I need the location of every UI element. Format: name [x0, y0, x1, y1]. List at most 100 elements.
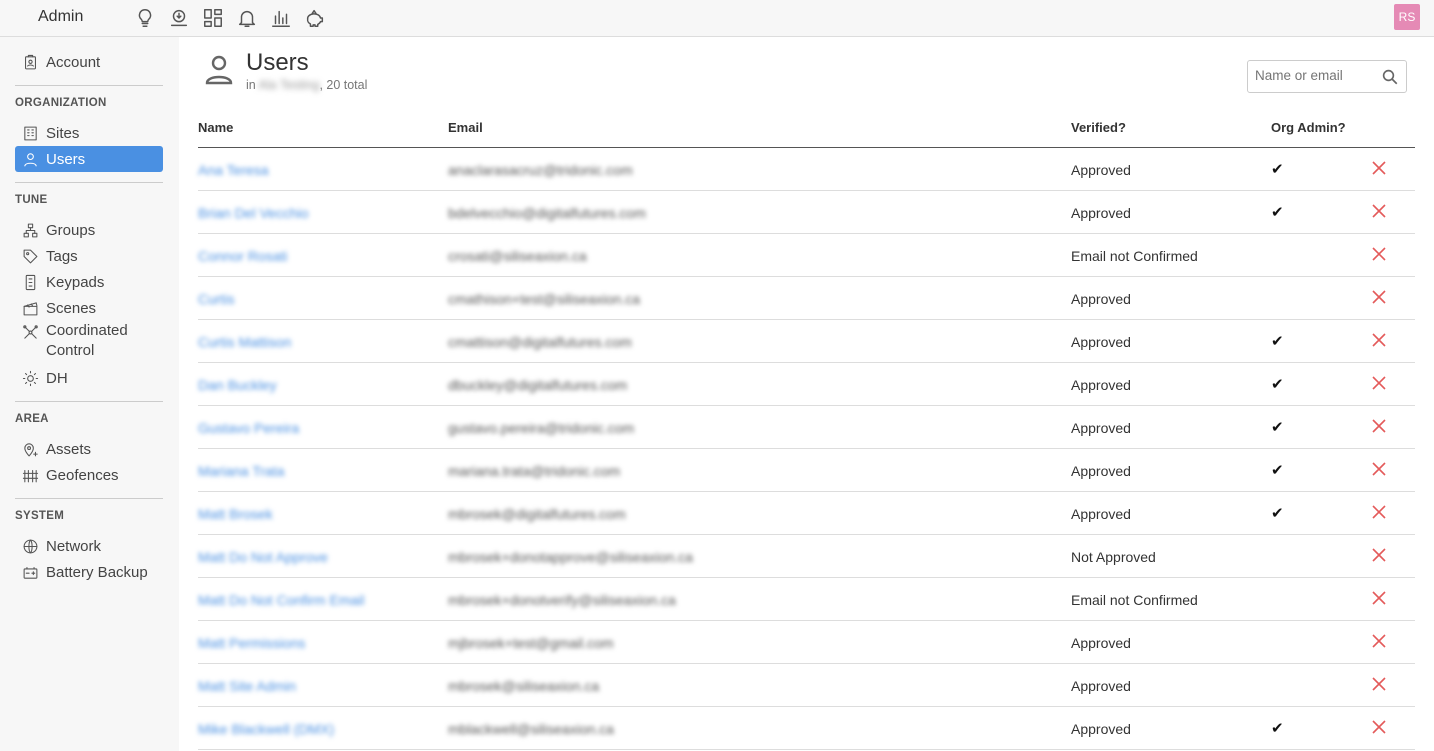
delete-user-button[interactable] [1371, 461, 1391, 481]
verified-status: Approved [1071, 205, 1131, 221]
user-email: crosati@siliseaxion.ca [448, 248, 587, 264]
delete-user-button[interactable] [1371, 633, 1391, 653]
sidebar-item-label: Battery Backup [46, 563, 148, 581]
main-content: Users in Ala Testing, 20 total Name Emai… [179, 37, 1434, 751]
user-name-link[interactable]: Gustavo Pereira [198, 420, 299, 436]
column-header-verified[interactable]: Verified? [1071, 120, 1126, 135]
close-icon [1372, 419, 1386, 433]
search-icon[interactable] [1381, 68, 1399, 86]
table-row: Matt Permissions mjbrosek+test@gmail.com A… [198, 621, 1415, 664]
verified-status: Approved [1071, 420, 1131, 436]
search-box[interactable] [1247, 60, 1407, 93]
user-name-link[interactable]: Ana Teresa [198, 162, 269, 178]
user-email: mjbrosek+test@gmail.com [448, 635, 614, 651]
delete-user-button[interactable] [1371, 590, 1391, 610]
table-header: Name Email Verified? Org Admin? [198, 111, 1415, 148]
keypad-icon [20, 272, 40, 292]
table-row: Curtis cmathison+test@siliseaxion.ca Appro… [198, 277, 1415, 320]
org-admin-check: ✔ [1271, 161, 1284, 178]
delete-user-button[interactable] [1371, 246, 1391, 266]
sidebar-item-groups[interactable]: Groups [15, 217, 163, 243]
delete-user-button[interactable] [1371, 203, 1391, 223]
column-header-email[interactable]: Email [448, 120, 483, 135]
org-admin-check: ✔ [1271, 462, 1284, 479]
delete-user-button[interactable] [1371, 719, 1391, 739]
delete-user-button[interactable] [1371, 547, 1391, 567]
column-header-name[interactable]: Name [198, 120, 233, 135]
sidebar-item-label: Tags [46, 247, 78, 265]
user-email: mbrosek@digitalfutures.com [448, 506, 626, 522]
sidebar-divider [15, 498, 163, 499]
user-email: mblackwell@siliseaxion.ca [448, 721, 614, 737]
user-email: mbrosek+donotapprove@siliseaxion.ca [448, 549, 693, 565]
close-icon [1372, 161, 1386, 175]
sidebar-item-battery-backup[interactable]: Battery Backup [15, 559, 163, 585]
user-name-link[interactable]: Brian Del Vecchio [198, 205, 309, 221]
user-name-link[interactable]: Mike Blackwell (DMX) [198, 721, 334, 737]
delete-user-button[interactable] [1371, 160, 1391, 180]
delete-user-button[interactable] [1371, 418, 1391, 438]
user-email: bdelvecchio@digitalfutures.com [448, 205, 646, 221]
sidebar-item-label: DH [46, 369, 68, 387]
sidebar-item-assets[interactable]: Assets [15, 436, 163, 462]
sidebar-item-geofences[interactable]: Geofences [15, 462, 163, 488]
battery-icon [20, 562, 40, 582]
column-header-org-admin[interactable]: Org Admin? [1271, 120, 1346, 135]
user-name-link[interactable]: Connor Rosati [198, 248, 288, 264]
search-input[interactable] [1255, 68, 1381, 83]
delete-user-button[interactable] [1371, 332, 1391, 352]
user-icon [203, 53, 235, 85]
close-icon [1372, 376, 1386, 390]
verified-status: Approved [1071, 291, 1131, 307]
dashboard-icon[interactable] [200, 5, 226, 31]
user-email: gustavo.pereira@tridonic.com [448, 420, 635, 436]
sidebar-item-account[interactable]: Account [15, 49, 163, 75]
user-name-link[interactable]: Matt Do Not Confirm Email [198, 592, 364, 608]
sidebar-item-dh[interactable]: DH [15, 365, 163, 391]
sidebar-item-label: Geofences [46, 466, 119, 484]
user-name-link[interactable]: Curtis Mattison [198, 334, 291, 350]
bar-chart-icon[interactable] [268, 5, 294, 31]
subtitle-prefix: in [246, 78, 259, 92]
delete-user-button[interactable] [1371, 289, 1391, 309]
verified-status: Approved [1071, 162, 1131, 178]
user-name-link[interactable]: Matt Brosek [198, 506, 273, 522]
sidebar-item-scenes[interactable]: Scenes [15, 295, 163, 321]
verified-status: Approved [1071, 334, 1131, 350]
section-organization: ORGANIZATION [15, 97, 107, 109]
sidebar-item-label: Coordinated Control [46, 322, 128, 359]
sidebar-item-tags[interactable]: Tags [15, 243, 163, 269]
table-row: Matt Site Admin mbrosek@siliseaxion.ca App… [198, 664, 1415, 707]
sidebar-item-network[interactable]: Network [15, 533, 163, 559]
lightbulb-icon[interactable] [132, 5, 158, 31]
avatar[interactable]: RS [1394, 4, 1420, 30]
table-row: Mariana Trata mariana.trata@tridonic.com A… [198, 449, 1415, 492]
building-icon [20, 123, 40, 143]
sidebar-item-label: Sites [46, 124, 80, 142]
sidebar-divider [15, 182, 163, 183]
user-name-link[interactable]: Mariana Trata [198, 463, 284, 479]
user-name-link[interactable]: Matt Permissions [198, 635, 305, 651]
user-name-link[interactable]: Matt Do Not Approve [198, 549, 328, 565]
sidebar-item-label: Users [46, 150, 86, 168]
sidebar-item-sites[interactable]: Sites [15, 120, 163, 146]
user-name-link[interactable]: Curtis [198, 291, 235, 307]
table-row: Gustavo Pereira gustavo.pereira@tridonic.… [198, 406, 1415, 449]
sidebar-item-label: Account [46, 53, 101, 71]
sidebar-item-coordinated-control[interactable]: Coordinated Control [15, 321, 163, 365]
sidebar-item-keypads[interactable]: Keypads [15, 269, 163, 295]
piggy-bank-icon[interactable] [302, 5, 328, 31]
verified-status: Email not Confirmed [1071, 248, 1198, 264]
download-icon[interactable] [166, 5, 192, 31]
user-name-link[interactable]: Matt Site Admin [198, 678, 296, 694]
delete-user-button[interactable] [1371, 504, 1391, 524]
verified-status: Approved [1071, 377, 1131, 393]
verified-status: Approved [1071, 506, 1131, 522]
bell-icon[interactable] [234, 5, 260, 31]
sidebar-item-users[interactable]: Users [15, 146, 163, 172]
delete-user-button[interactable] [1371, 676, 1391, 696]
user-name-link[interactable]: Dan Buckley [198, 377, 277, 393]
app-title: Admin [38, 8, 84, 25]
delete-user-button[interactable] [1371, 375, 1391, 395]
globe-icon [20, 536, 40, 556]
